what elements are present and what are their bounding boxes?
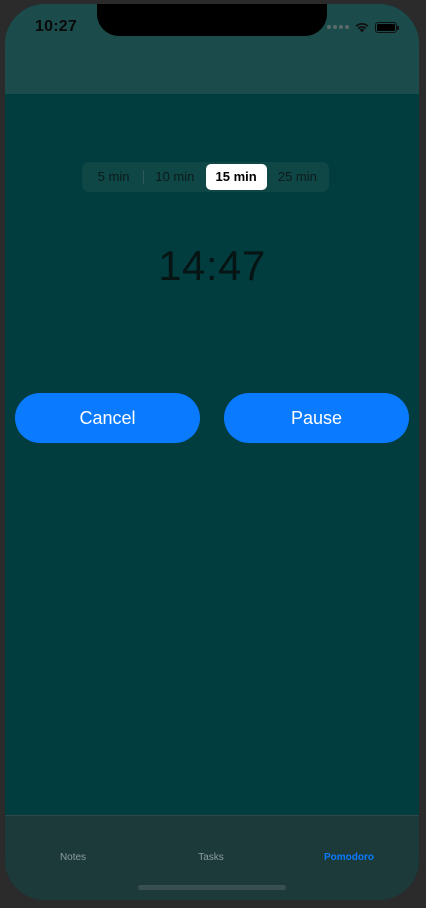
status-time: 10:27 [35, 18, 77, 35]
device-frame: 10:27 5 min 10 min 15 min 25 min 14:47 C… [0, 0, 426, 908]
home-indicator[interactable] [138, 885, 286, 890]
status-icons [327, 20, 399, 34]
device-notch [97, 4, 327, 36]
segment-5-min[interactable]: 5 min [83, 164, 145, 190]
segment-10-min[interactable]: 10 min [144, 164, 205, 190]
tab-tasks[interactable]: Tasks [166, 852, 256, 863]
segment-25-min[interactable]: 25 min [267, 164, 328, 190]
cellular-signal-icon [327, 25, 349, 29]
tab-pomodoro[interactable]: Pomodoro [304, 852, 394, 863]
wifi-icon [355, 22, 369, 33]
duration-segmented-control[interactable]: 5 min 10 min 15 min 25 min [82, 162, 329, 192]
pause-button[interactable]: Pause [224, 393, 409, 443]
segment-15-min[interactable]: 15 min [205, 164, 267, 190]
tab-notes[interactable]: Notes [28, 852, 118, 863]
cancel-button[interactable]: Cancel [15, 393, 200, 443]
app-screen: 10:27 5 min 10 min 15 min 25 min 14:47 C… [5, 4, 419, 900]
battery-icon [375, 21, 399, 33]
timer-display: 14:47 [158, 242, 266, 289]
